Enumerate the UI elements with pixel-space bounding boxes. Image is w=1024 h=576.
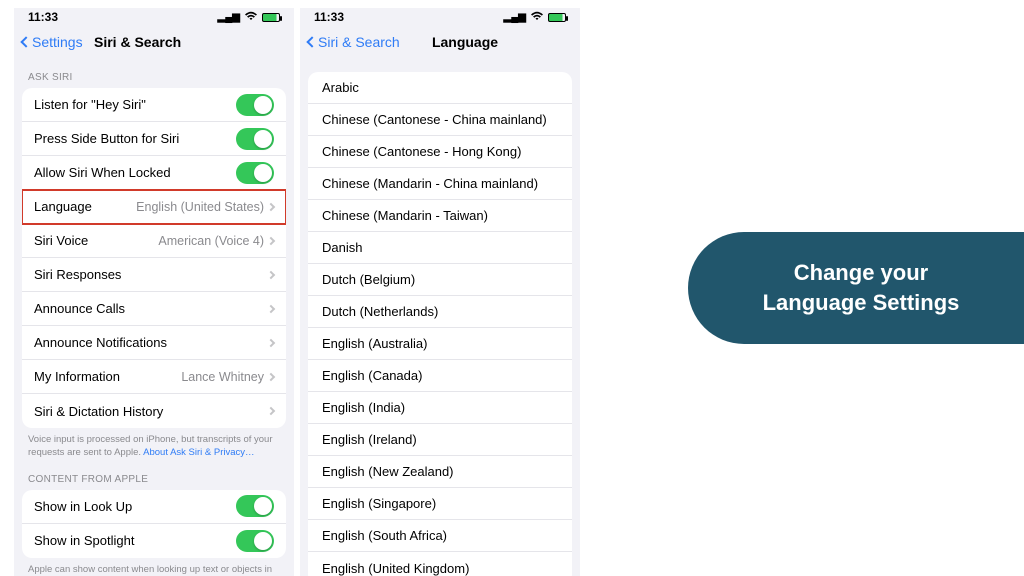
footer-content-apple: Apple can show content when looking up t…: [14, 558, 294, 576]
chevron-left-icon: [306, 36, 317, 47]
row-lookup[interactable]: Show in Look Up: [22, 490, 286, 524]
language-list: ArabicChinese (Cantonese - China mainlan…: [308, 72, 572, 576]
row-value: Lance Whitney: [181, 370, 264, 384]
language-option[interactable]: Dutch (Netherlands): [308, 296, 572, 328]
row-my-information[interactable]: My Information Lance Whitney: [22, 360, 286, 394]
battery-icon: [548, 13, 566, 22]
footer-ask-siri: Voice input is processed on iPhone, but …: [14, 428, 294, 460]
group-content-apple: Show in Look Up Show in Spotlight: [22, 490, 286, 558]
row-label: Siri & Dictation History: [34, 404, 268, 419]
row-announce-calls[interactable]: Announce Calls: [22, 292, 286, 326]
callout-line1: Change your: [763, 258, 960, 288]
row-siri-voice[interactable]: Siri Voice American (Voice 4): [22, 224, 286, 258]
row-label: Allow Siri When Locked: [34, 165, 236, 180]
status-bar: 11:33 ▂▄▆: [300, 8, 580, 26]
row-label: Press Side Button for Siri: [34, 131, 236, 146]
footer-text: Apple can show content when looking up t…: [28, 564, 272, 576]
row-value: American (Voice 4): [158, 234, 264, 248]
row-label: Siri Responses: [34, 267, 268, 282]
toggle-on-icon[interactable]: [236, 94, 274, 116]
row-allow-locked[interactable]: Allow Siri When Locked: [22, 156, 286, 190]
back-label: Settings: [32, 34, 83, 50]
row-label: My Information: [34, 369, 181, 384]
chevron-left-icon: [20, 36, 31, 47]
language-option[interactable]: Chinese (Cantonese - Hong Kong): [308, 136, 572, 168]
chevron-right-icon: [267, 304, 275, 312]
back-button[interactable]: Settings: [22, 34, 83, 50]
row-label: Siri Voice: [34, 233, 158, 248]
status-time: 11:33: [28, 10, 58, 24]
row-label: Listen for "Hey Siri": [34, 97, 236, 112]
chevron-right-icon: [267, 236, 275, 244]
nav-bar: Siri & Search Language: [300, 26, 580, 58]
row-language[interactable]: Language English (United States): [22, 190, 286, 224]
back-button[interactable]: Siri & Search: [308, 34, 400, 50]
chevron-right-icon: [267, 202, 275, 210]
status-time: 11:33: [314, 10, 344, 24]
toggle-on-icon[interactable]: [236, 128, 274, 150]
section-content-apple: CONTENT FROM APPLE: [14, 460, 294, 490]
chevron-right-icon: [267, 338, 275, 346]
back-label: Siri & Search: [318, 34, 400, 50]
callout-line2: Language Settings: [763, 288, 960, 318]
callout-pill: Change your Language Settings: [688, 232, 1024, 344]
footer-link[interactable]: About Ask Siri & Privacy…: [143, 447, 254, 458]
language-option[interactable]: English (Canada): [308, 360, 572, 392]
wifi-icon: [530, 10, 544, 24]
language-option[interactable]: English (Ireland): [308, 424, 572, 456]
language-option[interactable]: Arabic: [308, 72, 572, 104]
language-option[interactable]: English (Australia): [308, 328, 572, 360]
row-label: Announce Notifications: [34, 335, 268, 350]
signal-icon: ▂▄▆: [504, 12, 526, 23]
language-option[interactable]: Chinese (Mandarin - Taiwan): [308, 200, 572, 232]
status-icons: ▂▄▆: [504, 10, 566, 24]
language-option[interactable]: English (Singapore): [308, 488, 572, 520]
section-ask-siri: ASK SIRI: [14, 58, 294, 88]
toggle-on-icon[interactable]: [236, 162, 274, 184]
row-value: English (United States): [136, 200, 264, 214]
status-icons: ▂▄▆: [218, 10, 280, 24]
phone-siri-settings: 11:33 ▂▄▆ Settings Siri & Search ASK SIR…: [14, 8, 294, 576]
language-option[interactable]: English (New Zealand): [308, 456, 572, 488]
chevron-right-icon: [267, 407, 275, 415]
chevron-right-icon: [267, 270, 275, 278]
language-option[interactable]: Dutch (Belgium): [308, 264, 572, 296]
row-siri-responses[interactable]: Siri Responses: [22, 258, 286, 292]
row-announce-notifications[interactable]: Announce Notifications: [22, 326, 286, 360]
language-option[interactable]: English (United Kingdom): [308, 552, 572, 576]
nav-bar: Settings Siri & Search: [14, 26, 294, 58]
row-label: Show in Look Up: [34, 499, 236, 514]
chevron-right-icon: [267, 372, 275, 380]
row-spotlight[interactable]: Show in Spotlight: [22, 524, 286, 558]
group-ask-siri: Listen for "Hey Siri" Press Side Button …: [22, 88, 286, 428]
wifi-icon: [244, 10, 258, 24]
toggle-on-icon[interactable]: [236, 530, 274, 552]
battery-icon: [262, 13, 280, 22]
language-option[interactable]: Danish: [308, 232, 572, 264]
row-side-button[interactable]: Press Side Button for Siri: [22, 122, 286, 156]
toggle-on-icon[interactable]: [236, 495, 274, 517]
language-option[interactable]: Chinese (Cantonese - China mainland): [308, 104, 572, 136]
language-option[interactable]: Chinese (Mandarin - China mainland): [308, 168, 572, 200]
page-title: Siri & Search: [94, 34, 181, 50]
row-label: Show in Spotlight: [34, 533, 236, 548]
row-hey-siri[interactable]: Listen for "Hey Siri": [22, 88, 286, 122]
row-label: Announce Calls: [34, 301, 268, 316]
signal-icon: ▂▄▆: [218, 12, 240, 23]
status-bar: 11:33 ▂▄▆: [14, 8, 294, 26]
row-siri-history[interactable]: Siri & Dictation History: [22, 394, 286, 428]
language-option[interactable]: English (South Africa): [308, 520, 572, 552]
language-option[interactable]: English (India): [308, 392, 572, 424]
phone-language-list: 11:33 ▂▄▆ Siri & Search Language ArabicC…: [300, 8, 580, 576]
row-label: Language: [34, 199, 136, 214]
